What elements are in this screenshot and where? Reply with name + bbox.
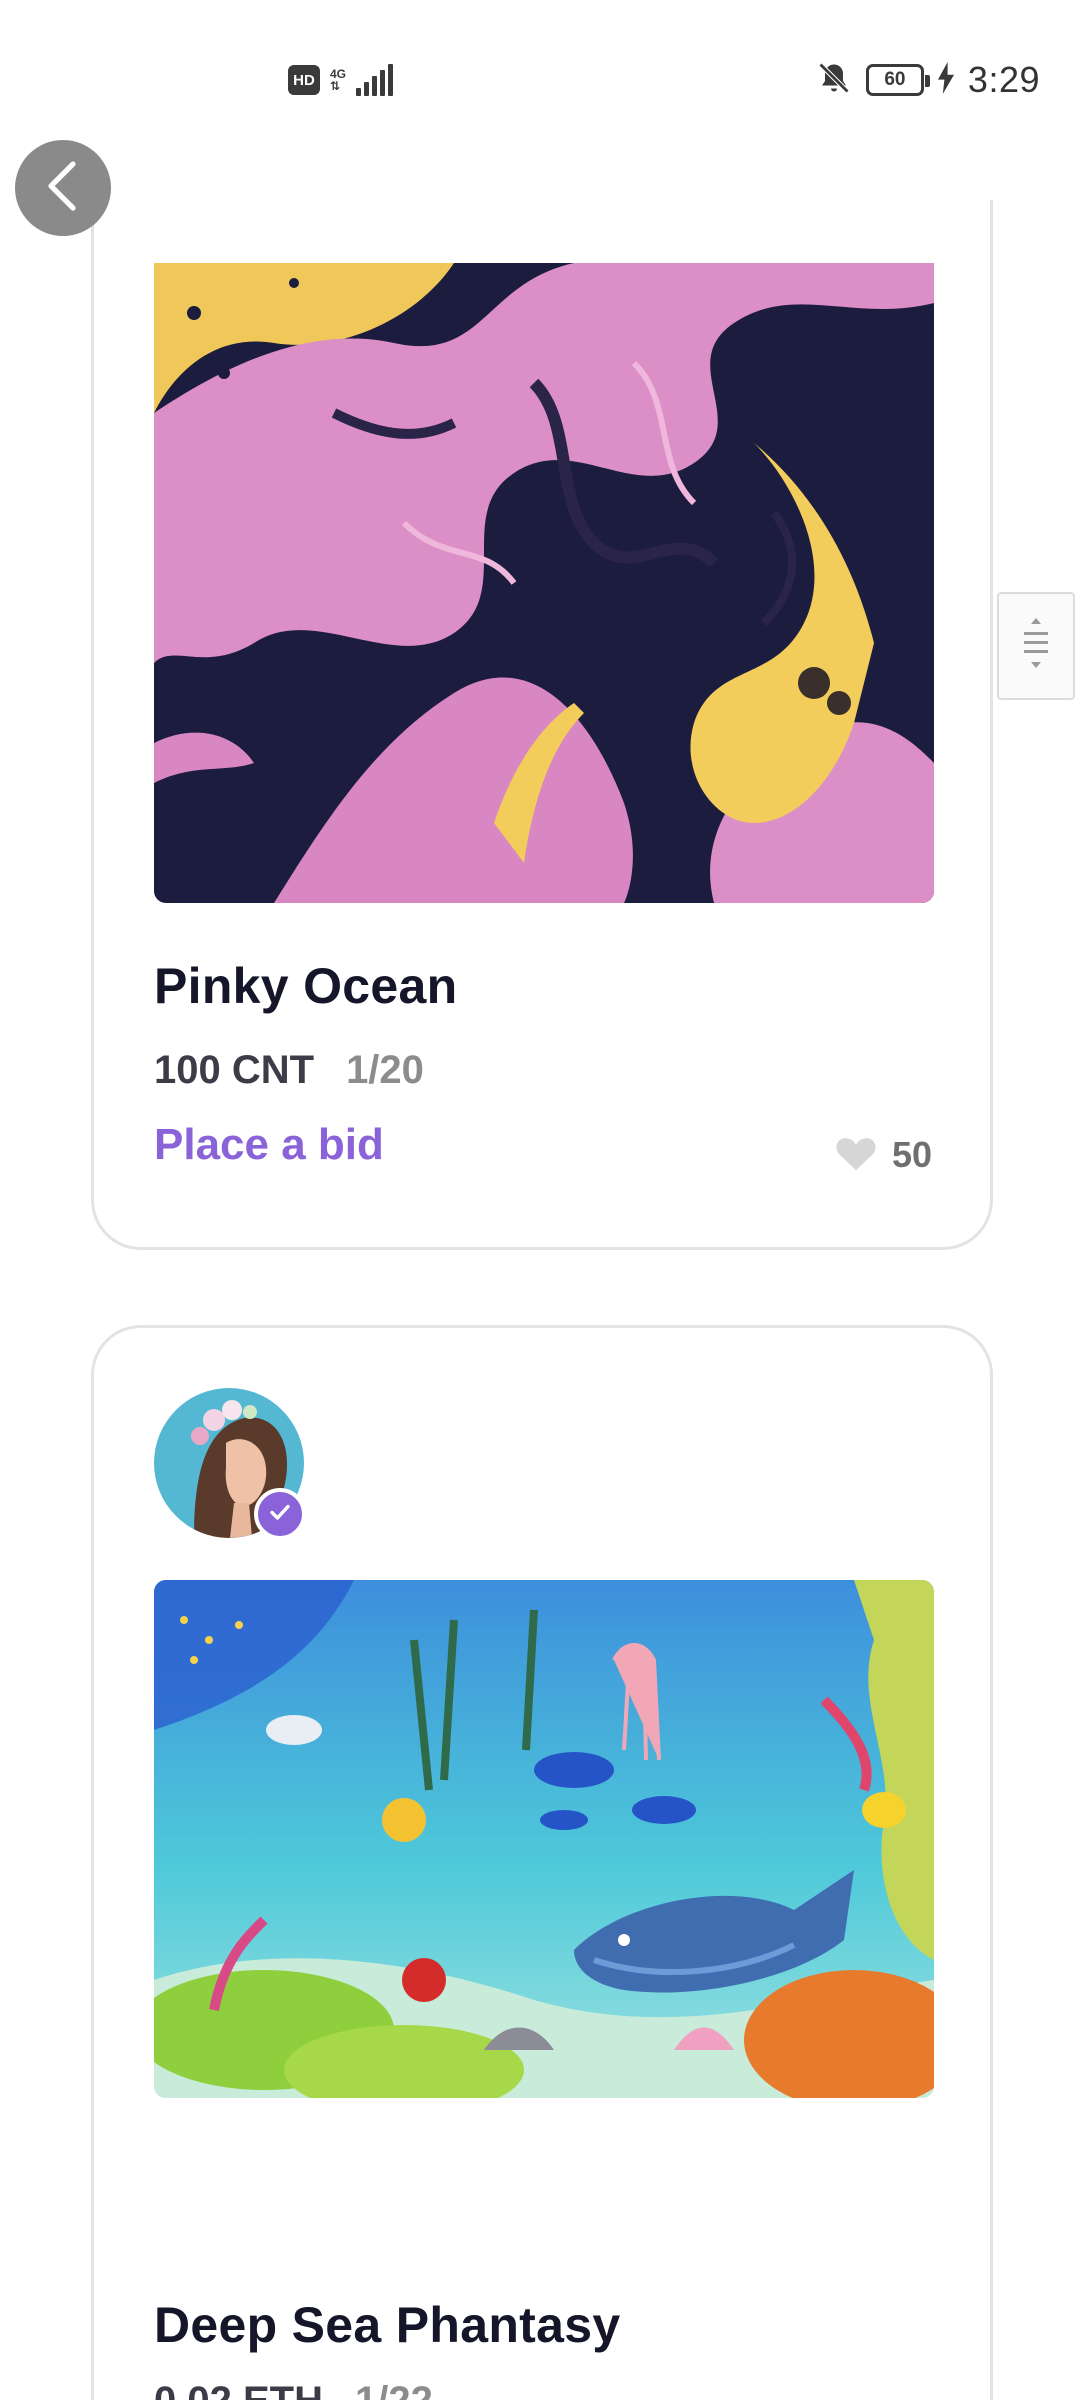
heart-icon — [834, 1132, 878, 1177]
battery-icon: 60 — [865, 64, 930, 96]
item-edition: 1/20 — [346, 1048, 424, 1092]
data-arrows-icon: ⇅ — [330, 79, 341, 93]
bell-off-icon — [816, 60, 852, 101]
item-title: Pinky Ocean — [154, 958, 458, 1014]
item-price: 100 CNT — [154, 1048, 315, 1092]
likes-count: 50 — [891, 1133, 932, 1175]
artwork-image[interactable] — [154, 1580, 934, 2098]
price-row: 100 CNT 1/20 — [154, 1048, 424, 1093]
item-edition: 1/22 — [355, 2379, 433, 2400]
chevron-left-icon — [43, 160, 83, 217]
verified-badge — [254, 1488, 306, 1540]
creator-avatar[interactable] — [154, 1388, 306, 1540]
item-title: Deep Sea Phantasy — [154, 2297, 621, 2353]
like-button[interactable]: 50 — [834, 1132, 932, 1177]
nft-card[interactable]: Pinky Ocean 100 CNT 1/20 Place a bid 50 — [91, 200, 993, 1250]
item-price: 0.02 ETH — [154, 2379, 323, 2400]
drag-handle-icon — [1019, 614, 1053, 679]
artwork-image[interactable] — [154, 263, 934, 903]
status-bar: HD 4G ⇅ 60 3:29 — [0, 0, 1080, 150]
hd-badge: HD — [288, 65, 320, 95]
network-type: 4G ⇅ — [330, 67, 347, 93]
check-icon — [268, 1500, 292, 1529]
signal-icon — [356, 64, 394, 96]
screen: HD 4G ⇅ 60 3:29 Pinky Ocean 100 CNT 1/20… — [0, 0, 1080, 2400]
battery-level: 60 — [884, 69, 906, 90]
price-row: 0.02 ETH 1/22 — [154, 2379, 433, 2400]
nft-card[interactable]: Deep Sea Phantasy 0.02 ETH 1/22 — [91, 1325, 993, 2400]
system-status: 60 3:29 — [816, 56, 1040, 104]
back-button[interactable] — [15, 140, 111, 236]
charging-icon — [937, 61, 954, 99]
clock: 3:29 — [967, 59, 1040, 100]
network-status: HD 4G ⇅ — [288, 60, 394, 100]
place-bid-button[interactable]: Place a bid — [154, 1120, 384, 1170]
side-scroll-handle[interactable] — [997, 592, 1075, 700]
